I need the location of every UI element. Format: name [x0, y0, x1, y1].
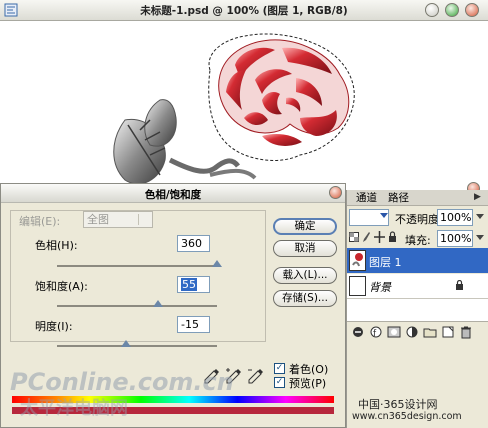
panel-tab-bar: 通道 路径 ▶ [347, 190, 488, 206]
blend-mode-select[interactable] [349, 209, 389, 226]
layer-mask-icon[interactable] [387, 325, 401, 339]
pconline-watermark: PConline.com.cn [10, 368, 234, 396]
saturation-field[interactable]: 55 [177, 276, 210, 293]
lightness-label: 明度(I): [35, 320, 73, 333]
layer-thumbnail [349, 250, 366, 271]
layer-row-background[interactable]: 背景 [347, 274, 488, 299]
document-titlebar[interactable]: 未标题-1.psd @ 100% (图层 1, RGB/8) [0, 0, 488, 21]
layer-thumbnail [349, 276, 366, 296]
maximize-button[interactable] [445, 3, 459, 17]
saturation-value-selected: 55 [181, 278, 197, 291]
hue-slider-thumb[interactable] [212, 260, 222, 267]
edit-label: 编辑(E): [17, 213, 63, 229]
move-icon[interactable] [374, 231, 385, 243]
hue-label: 色相(H): [35, 239, 78, 252]
load-button[interactable]: 载入(L)... [273, 267, 337, 284]
panel-menu-icon[interactable]: ▶ [474, 192, 481, 202]
saturation-slider-thumb[interactable] [152, 300, 163, 307]
saturation-label: 饱和度(A): [35, 280, 88, 293]
pconline-sub-watermark: 太平洋电脑网 [20, 398, 128, 419]
rose-thumbnail-icon [352, 253, 363, 267]
edit-select-value: 全图 [87, 213, 109, 226]
close-icon[interactable] [329, 186, 342, 199]
lock-icon [456, 280, 463, 290]
cancel-button[interactable]: 取消 [273, 240, 337, 257]
site-name-watermark: 中国·365设计网 [358, 398, 438, 411]
colorize-checkbox[interactable]: ✓ [274, 363, 285, 374]
chevron-down-icon[interactable] [476, 235, 484, 240]
ok-button[interactable]: 确定 [273, 218, 337, 235]
layer-name: 背景 [369, 281, 391, 294]
chevron-down-icon [138, 214, 150, 225]
lightness-slider-thumb[interactable] [120, 340, 131, 347]
layer-row-layer1[interactable]: 图层 1 [347, 248, 488, 273]
trash-icon[interactable] [459, 325, 473, 339]
preview-label: 预览(P) [289, 377, 327, 390]
layers-panel: 通道 路径 ▶ 不透明度: 100% 填充: 100% 图层 1 背景 f [346, 182, 488, 428]
lock-icon[interactable] [388, 231, 397, 243]
opacity-label: 不透明度: [395, 213, 443, 226]
new-group-icon[interactable] [423, 325, 437, 339]
document-title: 未标题-1.psd @ 100% (图层 1, RGB/8) [140, 5, 348, 17]
chevron-down-icon[interactable] [476, 214, 484, 219]
brush-icon[interactable] [361, 231, 371, 243]
fill-label: 填充: [405, 234, 431, 247]
site-url-watermark: www.cn365design.com [352, 411, 462, 422]
close-button[interactable] [465, 3, 479, 17]
chevron-down-icon [380, 213, 388, 218]
layer-name: 图层 1 [369, 256, 402, 269]
lightness-slider-track[interactable] [57, 345, 217, 347]
layer-style-icon[interactable]: f [369, 325, 383, 339]
preview-checkbox[interactable]: ✓ [274, 377, 285, 388]
hue-slider-track[interactable] [57, 265, 217, 267]
lightness-field[interactable]: -15 [177, 316, 210, 333]
adjustment-layer-icon[interactable] [405, 325, 419, 339]
panel-bottom-toolbar: f [347, 321, 488, 344]
tab-channels[interactable]: 通道 [353, 191, 380, 205]
edit-select[interactable]: 全图 [83, 211, 153, 228]
tab-paths[interactable]: 路径 [385, 191, 412, 205]
dialog-titlebar[interactable]: 色相/饱和度 [1, 184, 345, 203]
saturation-slider-track[interactable] [57, 305, 217, 307]
hue-field[interactable]: 360 [177, 235, 210, 252]
new-layer-icon[interactable] [441, 325, 455, 339]
save-button[interactable]: 存储(S)... [273, 290, 337, 307]
lock-transparency-icon[interactable] [349, 232, 359, 242]
eyedropper-minus-icon[interactable] [247, 367, 265, 385]
minimize-button[interactable] [425, 3, 439, 17]
opacity-field[interactable]: 100% [437, 209, 473, 226]
layers-list-empty-area [347, 299, 488, 321]
link-layers-icon[interactable] [351, 325, 365, 339]
fill-field[interactable]: 100% [437, 230, 473, 247]
red-rose [218, 39, 350, 146]
dialog-title: 色相/饱和度 [144, 189, 202, 201]
